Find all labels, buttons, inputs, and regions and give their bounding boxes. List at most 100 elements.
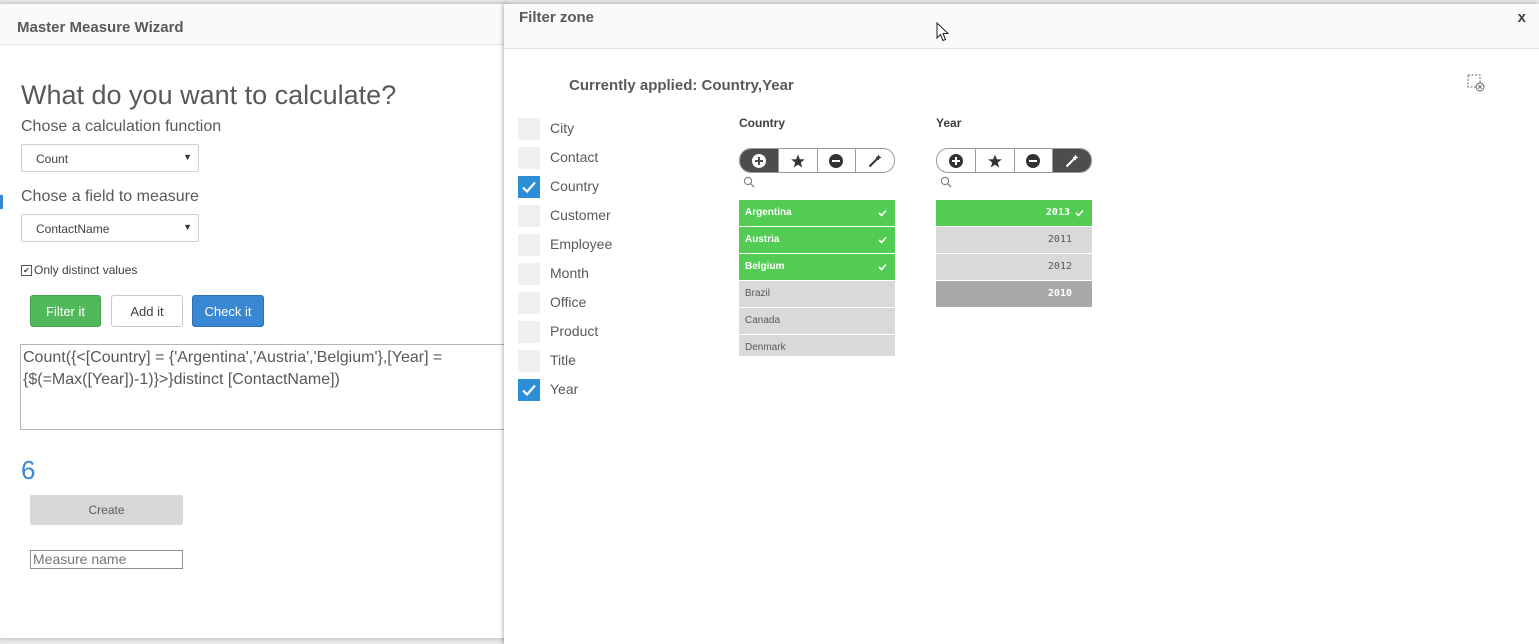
- function-select-value: Count: [36, 152, 69, 166]
- expression-editor[interactable]: Count({<[Country] = {'Argentina','Austri…: [20, 344, 508, 430]
- search-icon[interactable]: [940, 176, 952, 188]
- field-checkbox[interactable]: [518, 263, 540, 285]
- field-name: Month: [550, 265, 589, 281]
- listbox-value[interactable]: 2010: [936, 281, 1092, 307]
- listbox-value[interactable]: Denmark: [739, 335, 895, 356]
- checkmark-icon: [522, 384, 536, 397]
- country-toolbar: [739, 148, 895, 173]
- field-checkbox[interactable]: [518, 292, 540, 314]
- select-excluded-button[interactable]: [1015, 149, 1054, 172]
- field-name: Country: [550, 178, 600, 194]
- distinct-checkbox[interactable]: ✔: [21, 265, 32, 276]
- create-button[interactable]: Create: [30, 495, 183, 525]
- checkmark-icon: [522, 181, 536, 194]
- listbox-value-label: 2012: [1047, 261, 1072, 272]
- country-listbox: Country Argentina Austria Belgium Brazil Can…: [739, 116, 895, 356]
- mouse-cursor-icon: [936, 22, 950, 42]
- wand-button[interactable]: [856, 149, 894, 172]
- expression-line-1: Count({<[Country] = {'Argentina','Austri…: [23, 349, 443, 366]
- filter-it-button[interactable]: Filter it: [30, 295, 101, 327]
- chevron-down-icon: ▼: [183, 152, 192, 162]
- checkmark-icon: [878, 263, 887, 271]
- plus-circle-icon: [751, 153, 766, 168]
- minus-circle-icon: [829, 153, 844, 168]
- checkmark-icon: [878, 209, 887, 217]
- field-name: Title: [550, 352, 576, 368]
- clear-selections-icon[interactable]: [1467, 74, 1485, 92]
- add-it-button[interactable]: Add it: [111, 295, 183, 327]
- select-possible-button[interactable]: [976, 149, 1015, 172]
- select-plus-button[interactable]: [740, 149, 779, 172]
- listbox-value[interactable]: Brazil: [739, 281, 895, 307]
- page-title: What do you want to calculate?: [21, 80, 397, 110]
- checkmark-icon: [878, 236, 887, 244]
- field-checkbox[interactable]: [518, 118, 540, 140]
- listbox-value[interactable]: Austria: [739, 227, 895, 253]
- select-possible-button[interactable]: [779, 149, 818, 172]
- select-excluded-button[interactable]: [818, 149, 857, 172]
- result-value: 6: [21, 455, 36, 485]
- listbox-value-label: Denmark: [745, 342, 786, 353]
- field-checkbox[interactable]: [518, 234, 540, 256]
- wizard-header: Master Measure Wizard: [0, 4, 508, 45]
- year-listbox-title: Year: [936, 116, 962, 130]
- checkmark-icon: [1075, 209, 1084, 217]
- listbox-value-label: Argentina: [745, 207, 792, 218]
- measure-name-input[interactable]: Measure name: [30, 550, 183, 569]
- function-label: Chose a calculation function: [21, 118, 222, 135]
- listbox-value[interactable]: 2011: [936, 227, 1092, 253]
- field-checkbox[interactable]: [518, 147, 540, 169]
- listbox-value[interactable]: 2012: [936, 254, 1092, 280]
- year-toolbar: [936, 148, 1092, 173]
- field-checkbox[interactable]: [518, 205, 540, 227]
- field-checkbox[interactable]: [518, 350, 540, 372]
- field-select-value: ContactName: [36, 222, 110, 236]
- expression-line-2: {$(=Max([Year])-1)}>}distinct [ContactNa…: [23, 371, 340, 388]
- country-values: Argentina Austria Belgium Brazil Canada Denma…: [739, 200, 895, 356]
- field-name: Employee: [550, 236, 613, 252]
- field-name: Contact: [550, 149, 599, 165]
- star-icon: [790, 154, 805, 167]
- field-select[interactable]: ContactName ▼: [21, 214, 199, 242]
- listbox-value[interactable]: Belgium: [739, 254, 895, 280]
- magic-wand-icon: [868, 154, 882, 167]
- minus-circle-icon: [1026, 153, 1041, 168]
- select-plus-button[interactable]: [937, 149, 976, 172]
- filter-zone-panel: Filter zone x Currently applied: Country…: [504, 4, 1539, 644]
- field-name: Customer: [550, 207, 611, 223]
- listbox-value-label: Canada: [745, 315, 781, 326]
- close-icon[interactable]: x: [1518, 9, 1526, 26]
- star-icon: [987, 154, 1002, 167]
- field-name: City: [550, 120, 575, 136]
- field-checkbox[interactable]: [518, 379, 540, 401]
- listbox-value-label: 2011: [1047, 234, 1072, 245]
- listbox-value-label: Brazil: [745, 288, 771, 299]
- field-label: Chose a field to measure: [21, 188, 199, 205]
- field-name: Product: [550, 323, 599, 339]
- field-checkbox[interactable]: [518, 321, 540, 343]
- distinct-option[interactable]: ✔ Only distinct values: [21, 263, 137, 277]
- listbox-value-label: Austria: [745, 234, 780, 245]
- wizard-title: Master Measure Wizard: [17, 19, 184, 36]
- plus-circle-icon: [948, 153, 963, 168]
- filter-zone-header: Filter zone x: [504, 4, 1539, 49]
- function-select[interactable]: Count ▼: [21, 144, 199, 172]
- distinct-label: Only distinct values: [34, 263, 138, 277]
- search-icon[interactable]: [743, 176, 755, 188]
- listbox-value[interactable]: Argentina: [739, 200, 895, 226]
- listbox-value-label: 2013: [1045, 207, 1070, 218]
- magic-wand-icon: [1065, 154, 1079, 167]
- field-checkbox[interactable]: [518, 176, 540, 198]
- field-name: Office: [550, 294, 587, 310]
- check-it-button[interactable]: Check it: [192, 295, 264, 327]
- country-listbox-title: Country: [739, 116, 785, 130]
- year-listbox: Year 2013 2011 2012 2010: [936, 116, 1092, 307]
- wand-button[interactable]: [1053, 149, 1091, 172]
- filter-zone-title: Filter zone: [519, 9, 595, 26]
- listbox-value[interactable]: Canada: [739, 308, 895, 334]
- master-measure-wizard: Master Measure Wizard What do you want t…: [0, 4, 508, 638]
- chevron-down-icon: ▼: [183, 222, 192, 232]
- listbox-value[interactable]: 2013: [936, 200, 1092, 226]
- currently-applied: Currently applied: Country,Year: [569, 77, 794, 94]
- year-values: 2013 2011 2012 2010: [936, 200, 1092, 356]
